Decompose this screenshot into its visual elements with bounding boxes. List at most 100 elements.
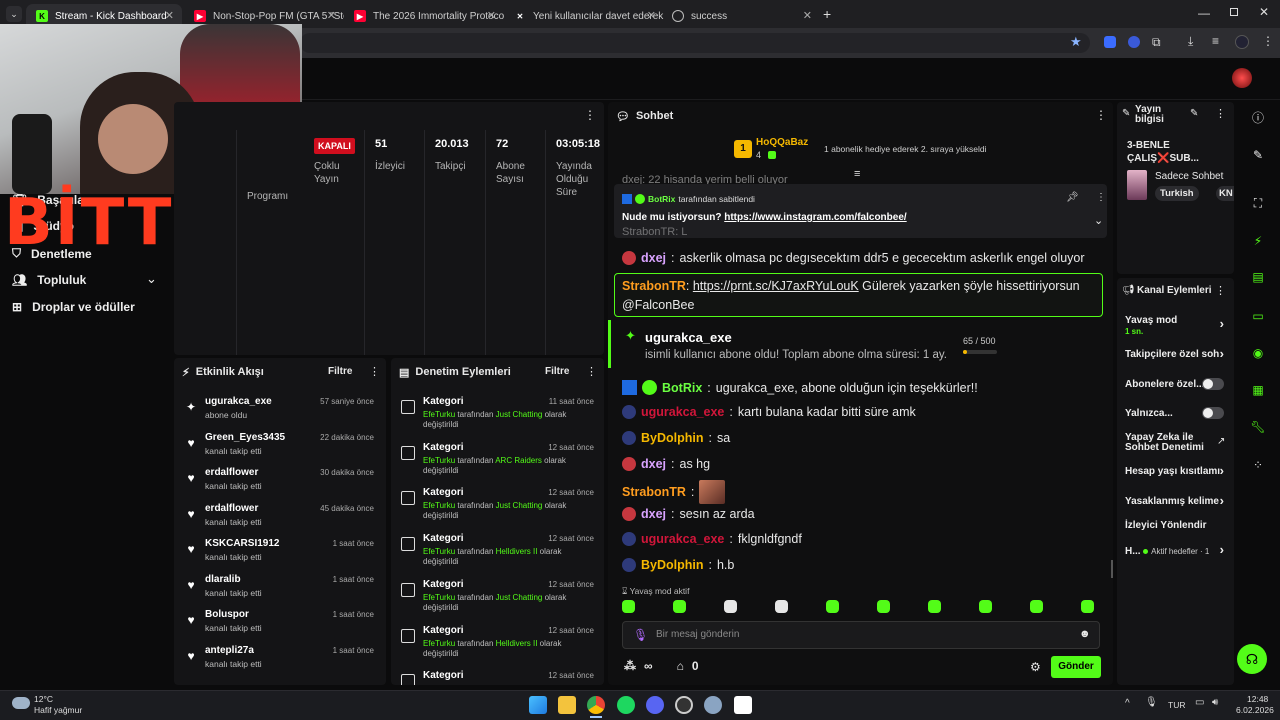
extension-icon[interactable] xyxy=(1128,36,1140,48)
menu-dots-icon[interactable]: ⋮ xyxy=(1215,107,1226,120)
nav-item-community[interactable]: 👥︎ Topluluk xyxy=(12,273,86,287)
puzzle-icon[interactable]: ⧉ xyxy=(1152,35,1161,50)
activity-item[interactable]: ♥ dlaralib kanalı takip etti 1 saat önce xyxy=(174,574,386,608)
chevron-right-icon[interactable]: › xyxy=(1220,346,1224,361)
message-user[interactable]: StrabonTR xyxy=(622,279,686,293)
close-icon[interactable]: ✕ xyxy=(487,9,496,22)
chevron-down-icon[interactable]: ⌄ xyxy=(1094,214,1103,227)
window-close-icon[interactable]: ✕ xyxy=(1259,5,1269,19)
moderator-name[interactable]: EfeTurku xyxy=(423,501,455,510)
external-link-icon[interactable]: ↗ xyxy=(1217,436,1225,447)
chat-icon[interactable]: ▭ xyxy=(1249,307,1267,325)
moderation-item[interactable]: Kategori 12 saat önce EfeTurku tarafında… xyxy=(391,533,604,579)
message-user[interactable]: dxej xyxy=(641,507,666,521)
activity-item[interactable]: ♥ KSKCARSI1912 kanalı takip etti 1 saat … xyxy=(174,538,386,572)
broadcast-icon[interactable]: ◉ xyxy=(1249,344,1267,362)
language-indicator[interactable]: TUR xyxy=(1168,700,1185,710)
moderation-item[interactable]: Kategori 12 saat önce EfeTurku tarafında… xyxy=(391,579,604,625)
activity-item[interactable]: ♥ Green_Eyes3435 kanalı takip etti 22 da… xyxy=(174,432,386,466)
moderation-item[interactable]: Kategori 11 saat önce EfeTurku tarafında… xyxy=(391,396,604,442)
menu-dots-icon[interactable]: ⋮ xyxy=(586,365,597,378)
close-icon[interactable]: ✕ xyxy=(803,9,812,22)
chevron-right-icon[interactable]: › xyxy=(1220,542,1224,557)
filter-button[interactable]: Filtre xyxy=(545,366,569,377)
message-user[interactable]: ugurakca_exe xyxy=(641,532,724,546)
info-icon[interactable]: ⓘ xyxy=(1249,109,1267,127)
message-user[interactable]: BotRix xyxy=(662,381,702,395)
moderation-item[interactable]: Kategori 12 saat önce xyxy=(391,670,604,685)
emote-button[interactable] xyxy=(775,600,788,613)
chrome-icon[interactable] xyxy=(587,696,605,714)
activity-user[interactable]: antepli27a xyxy=(205,645,254,656)
activity-user[interactable]: erdalflower xyxy=(205,503,258,514)
nav-item-drops[interactable]: ⊞ Droplar ve ödüller xyxy=(12,300,135,314)
activity-user[interactable]: ugurakca_exe xyxy=(205,396,272,407)
screen-icon[interactable]: ⛶ xyxy=(1249,194,1267,212)
emote-button[interactable] xyxy=(826,600,839,613)
address-bar[interactable] xyxy=(300,33,1090,53)
chat-scrollbar[interactable] xyxy=(1111,560,1113,578)
activity-user[interactable]: KSKCARSI1912 xyxy=(205,538,279,549)
tab-success[interactable]: success ✕ xyxy=(662,4,820,28)
chevron-right-icon[interactable]: › xyxy=(1220,463,1224,478)
spotify-icon[interactable] xyxy=(617,696,635,714)
chevron-right-icon[interactable]: › xyxy=(1220,316,1224,331)
banned-words-row[interactable]: Yasaklanmış kelime xyxy=(1125,496,1235,507)
account-age-row[interactable]: Hesap yaşı kısıtlamı xyxy=(1125,466,1235,477)
shop-icon[interactable]: ⌂ xyxy=(677,659,684,673)
display-icon[interactable]: ▭ xyxy=(1195,697,1204,708)
message-link[interactable]: https://prnt.sc/KJ7axRYuLouK xyxy=(693,279,859,293)
gear-icon[interactable]: ⚙︎ xyxy=(1030,660,1041,674)
message-user[interactable]: ugurakca_exe xyxy=(641,405,724,419)
message-user[interactable]: StrabonTR xyxy=(622,485,686,499)
emote-button[interactable] xyxy=(979,600,992,613)
activity-user[interactable]: Green_Eyes3435 xyxy=(205,432,285,443)
emote-button[interactable] xyxy=(1030,600,1043,613)
menu-dots-icon[interactable]: ⋮ xyxy=(1096,192,1106,203)
close-icon[interactable]: ✕ xyxy=(165,9,174,22)
obs-icon[interactable] xyxy=(675,696,693,714)
windows-start-icon[interactable] xyxy=(529,696,547,714)
menu-dots-icon[interactable]: ⋮ xyxy=(584,108,596,122)
message-user[interactable]: dxej xyxy=(641,251,666,265)
category-name[interactable]: Helldivers II xyxy=(496,639,538,648)
moderation-item[interactable]: Kategori 12 saat önce EfeTurku tarafında… xyxy=(391,487,604,533)
tag-pill[interactable]: KN xyxy=(1216,186,1234,201)
only-toggle[interactable] xyxy=(1202,407,1224,419)
filter-button[interactable]: Filtre xyxy=(328,366,352,377)
emoji-icon[interactable]: ☻ xyxy=(1079,628,1091,640)
emote-button[interactable] xyxy=(724,600,737,613)
tab-groups-icon[interactable]: ≡ xyxy=(1212,34,1219,48)
user-avatar[interactable] xyxy=(1232,68,1252,88)
file-explorer-icon[interactable] xyxy=(558,696,576,714)
moderator-name[interactable]: EfeTurku xyxy=(423,639,455,648)
slow-mode-row[interactable]: Yavaş mod 1 sn. xyxy=(1125,315,1235,337)
activity-user[interactable]: dlaralib xyxy=(205,574,241,585)
volume-icon[interactable]: 🔊︎ xyxy=(1212,697,1218,708)
download-icon[interactable]: ⤓ xyxy=(1188,34,1193,49)
activity-user[interactable]: erdalflower xyxy=(205,467,258,478)
chevron-down-icon[interactable]: ⌄ xyxy=(146,271,157,287)
pinned-by-user[interactable]: BotRix xyxy=(648,194,675,204)
document-icon[interactable]: ▤ xyxy=(1249,268,1267,286)
category-name[interactable]: Helldivers II xyxy=(496,547,538,556)
clock-date[interactable]: 6.02.2026 xyxy=(1236,705,1274,715)
window-minimize-icon[interactable]: — xyxy=(1198,6,1210,20)
support-button[interactable]: ☊ xyxy=(1237,644,1267,674)
moderator-name[interactable]: EfeTurku xyxy=(423,547,455,556)
activity-user[interactable]: Boluspor xyxy=(205,609,249,620)
microphone-icon[interactable]: 🎙︎ xyxy=(633,628,648,642)
users-icon[interactable]: ⁂ xyxy=(624,659,636,673)
new-tab-plus-icon[interactable]: + xyxy=(823,6,831,22)
edit-icon[interactable]: ✎ xyxy=(1190,108,1198,119)
activity-item[interactable]: ♥ antepli27a kanalı takip etti 1 saat ön… xyxy=(174,645,386,679)
microphone-icon[interactable]: 🎙︎ xyxy=(1145,697,1158,708)
goals-row[interactable]: H... Aktif hedefler · 1 xyxy=(1125,546,1235,557)
category-name[interactable]: ARC Raiders xyxy=(495,456,542,465)
tab-search-button[interactable]: ⌄ xyxy=(6,6,22,22)
pin-collapse-icon[interactable]: ≡ xyxy=(854,168,860,180)
emote-button[interactable] xyxy=(928,600,941,613)
moderation-item[interactable]: Kategori 12 saat önce EfeTurku tarafında… xyxy=(391,442,604,488)
profile-avatar[interactable] xyxy=(1235,35,1249,49)
category-name[interactable]: Just Chatting xyxy=(496,501,543,510)
